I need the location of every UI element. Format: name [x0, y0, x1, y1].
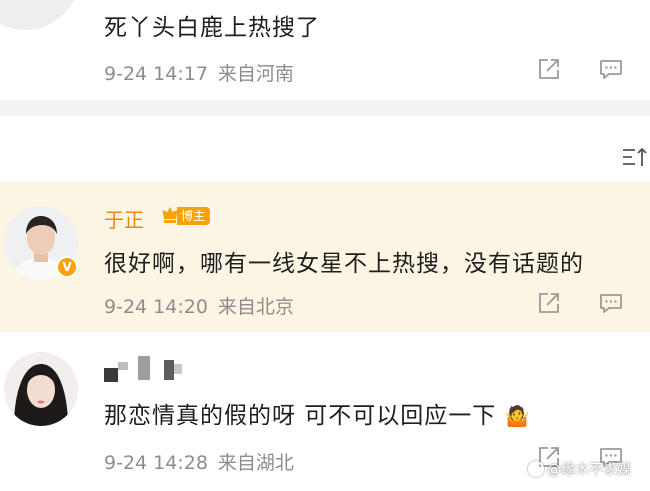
comment-meta: 9-24 14:20 来自北京: [104, 292, 304, 319]
comment-text: 很好啊，哪有一线女星不上热搜，没有话题的: [104, 251, 584, 277]
comment-icon[interactable]: [598, 290, 624, 316]
watermark-text: @缘木不求媒: [547, 462, 631, 478]
avatar[interactable]: [0, 0, 80, 30]
comment-meta: 9-24 14:17 来自河南: [104, 59, 304, 86]
watermark: @缘木不求媒: [528, 459, 631, 479]
comment-date: 9-24 14:17: [104, 63, 208, 85]
avatar[interactable]: [4, 352, 78, 426]
comment-text-body: 那恋情真的假的呀 可不可以回应一下: [104, 403, 497, 429]
comment-meta: 9-24 14:28 来自湖北: [104, 448, 304, 475]
comment-text: 死丫头白鹿上热搜了: [104, 15, 320, 41]
sort-icon[interactable]: [622, 145, 648, 169]
share-icon[interactable]: [536, 290, 562, 316]
section-divider: [0, 100, 650, 116]
comment-location: 来自河南: [217, 63, 294, 85]
watermark-icon: [528, 461, 544, 477]
shrug-emoji: 🤷: [504, 404, 531, 428]
comment-item: 死丫头白鹿上热搜了 9-24 14:17 来自河南: [0, 0, 650, 100]
share-icon[interactable]: [536, 56, 562, 82]
comment-item-highlighted: V 于正 博主 很好啊，哪有一线女星不上热搜，没有话题的 9-24 14:20 来…: [0, 182, 650, 332]
comment-text: 那恋情真的假的呀 可不可以回应一下 🤷: [104, 396, 531, 430]
comment-date: 9-24 14:28: [104, 452, 208, 474]
blogger-badge: 博主: [160, 205, 211, 227]
badge-label: 博主: [177, 207, 211, 225]
verified-icon: V: [56, 256, 78, 278]
username[interactable]: 于正: [104, 204, 144, 233]
comment-icon[interactable]: [598, 56, 624, 82]
comment-location: 来自北京: [217, 296, 294, 318]
comment-location: 来自湖北: [217, 452, 294, 474]
comment-date: 9-24 14:20: [104, 296, 208, 318]
